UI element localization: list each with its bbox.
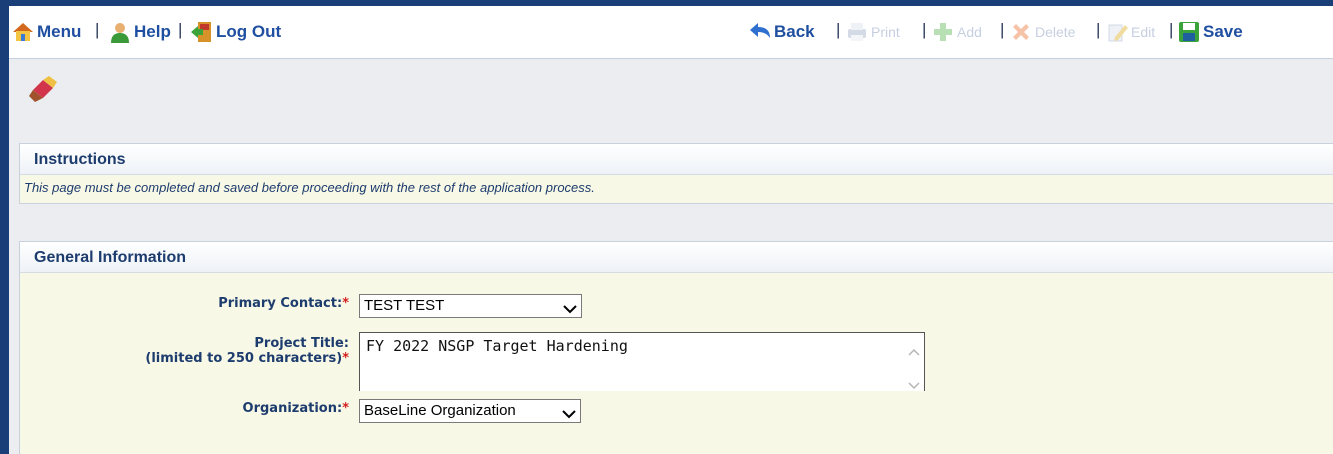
back-label: Back [774,22,815,41]
general-info-heading: General Information [20,242,1333,273]
toolbar-separator: | [1169,20,1174,39]
printer-icon [845,20,869,44]
chevron-down-icon [563,300,577,314]
chevron-down-icon [562,405,576,419]
general-info-panel: General Information Primary Contact:* TE… [19,241,1333,454]
help-label: Help [134,22,171,41]
toolbar-separator: | [178,20,183,39]
toolbar: Menu | Help | Log Out Back | Print | Add… [9,6,1333,59]
delete-label: Delete [1035,24,1076,40]
save-button[interactable]: Save [1177,20,1243,44]
instructions-text: This page must be completed and saved be… [24,180,595,195]
instructions-heading: Instructions [20,144,1333,175]
home-icon [11,20,35,44]
save-label: Save [1203,22,1243,41]
add-button[interactable]: Add [931,20,982,44]
primary-contact-select[interactable]: TEST TEST [359,294,582,318]
logout-label: Log Out [216,22,282,41]
project-title-sublabel: (limited to 250 characters) [145,351,343,366]
logout-button[interactable]: Log Out [190,20,281,44]
user-help-icon [108,20,132,44]
toolbar-separator: | [922,20,927,39]
edit-label: Edit [1131,24,1156,40]
required-marker: * [342,351,349,366]
toolbar-separator: | [1000,20,1005,39]
back-arrow-icon [748,20,772,44]
menu-button[interactable]: Menu [11,20,81,44]
project-title-label-text: Project Title: [254,336,349,351]
required-marker: * [342,401,349,416]
add-label: Add [957,24,982,40]
organization-select[interactable]: BaseLine Organization [359,399,581,423]
exit-door-icon [190,20,214,44]
organization-label-text: Organization: [242,401,343,416]
back-button[interactable]: Back [748,20,815,44]
print-button[interactable]: Print [845,20,900,44]
toolbar-separator: | [95,20,100,39]
primary-contact-label-text: Primary Contact: [218,296,343,311]
edit-pencil-icon [1105,20,1129,44]
content-area: Instructions This page must be completed… [9,59,1333,454]
delete-x-icon [1009,20,1033,44]
scroll-up-icon[interactable] [908,343,920,356]
toolbar-separator: | [1096,20,1101,39]
menu-label: Menu [37,22,82,41]
edit-button[interactable]: Edit [1105,20,1155,44]
organization-label: Organization:* [243,401,349,416]
scroll-down-icon[interactable] [908,377,920,390]
print-label: Print [871,24,900,40]
save-disk-icon [1177,20,1201,44]
organization-value: BaseLine Organization [364,402,516,419]
paintbrush-icon [29,76,59,104]
project-title-label: Project Title: (limited to 250 character… [145,336,349,366]
required-marker: * [342,296,349,311]
toolbar-separator: | [836,20,841,39]
delete-button[interactable]: Delete [1009,20,1075,44]
project-title-value: FY 2022 NSGP Target Hardening [366,337,628,355]
instructions-panel: Instructions This page must be completed… [19,143,1333,204]
primary-contact-label: Primary Contact:* [218,296,349,311]
primary-contact-value: TEST TEST [364,297,445,314]
add-plus-icon [931,20,955,44]
help-button[interactable]: Help [108,20,171,44]
app-frame: Menu | Help | Log Out Back | Print | Add… [9,6,1333,454]
